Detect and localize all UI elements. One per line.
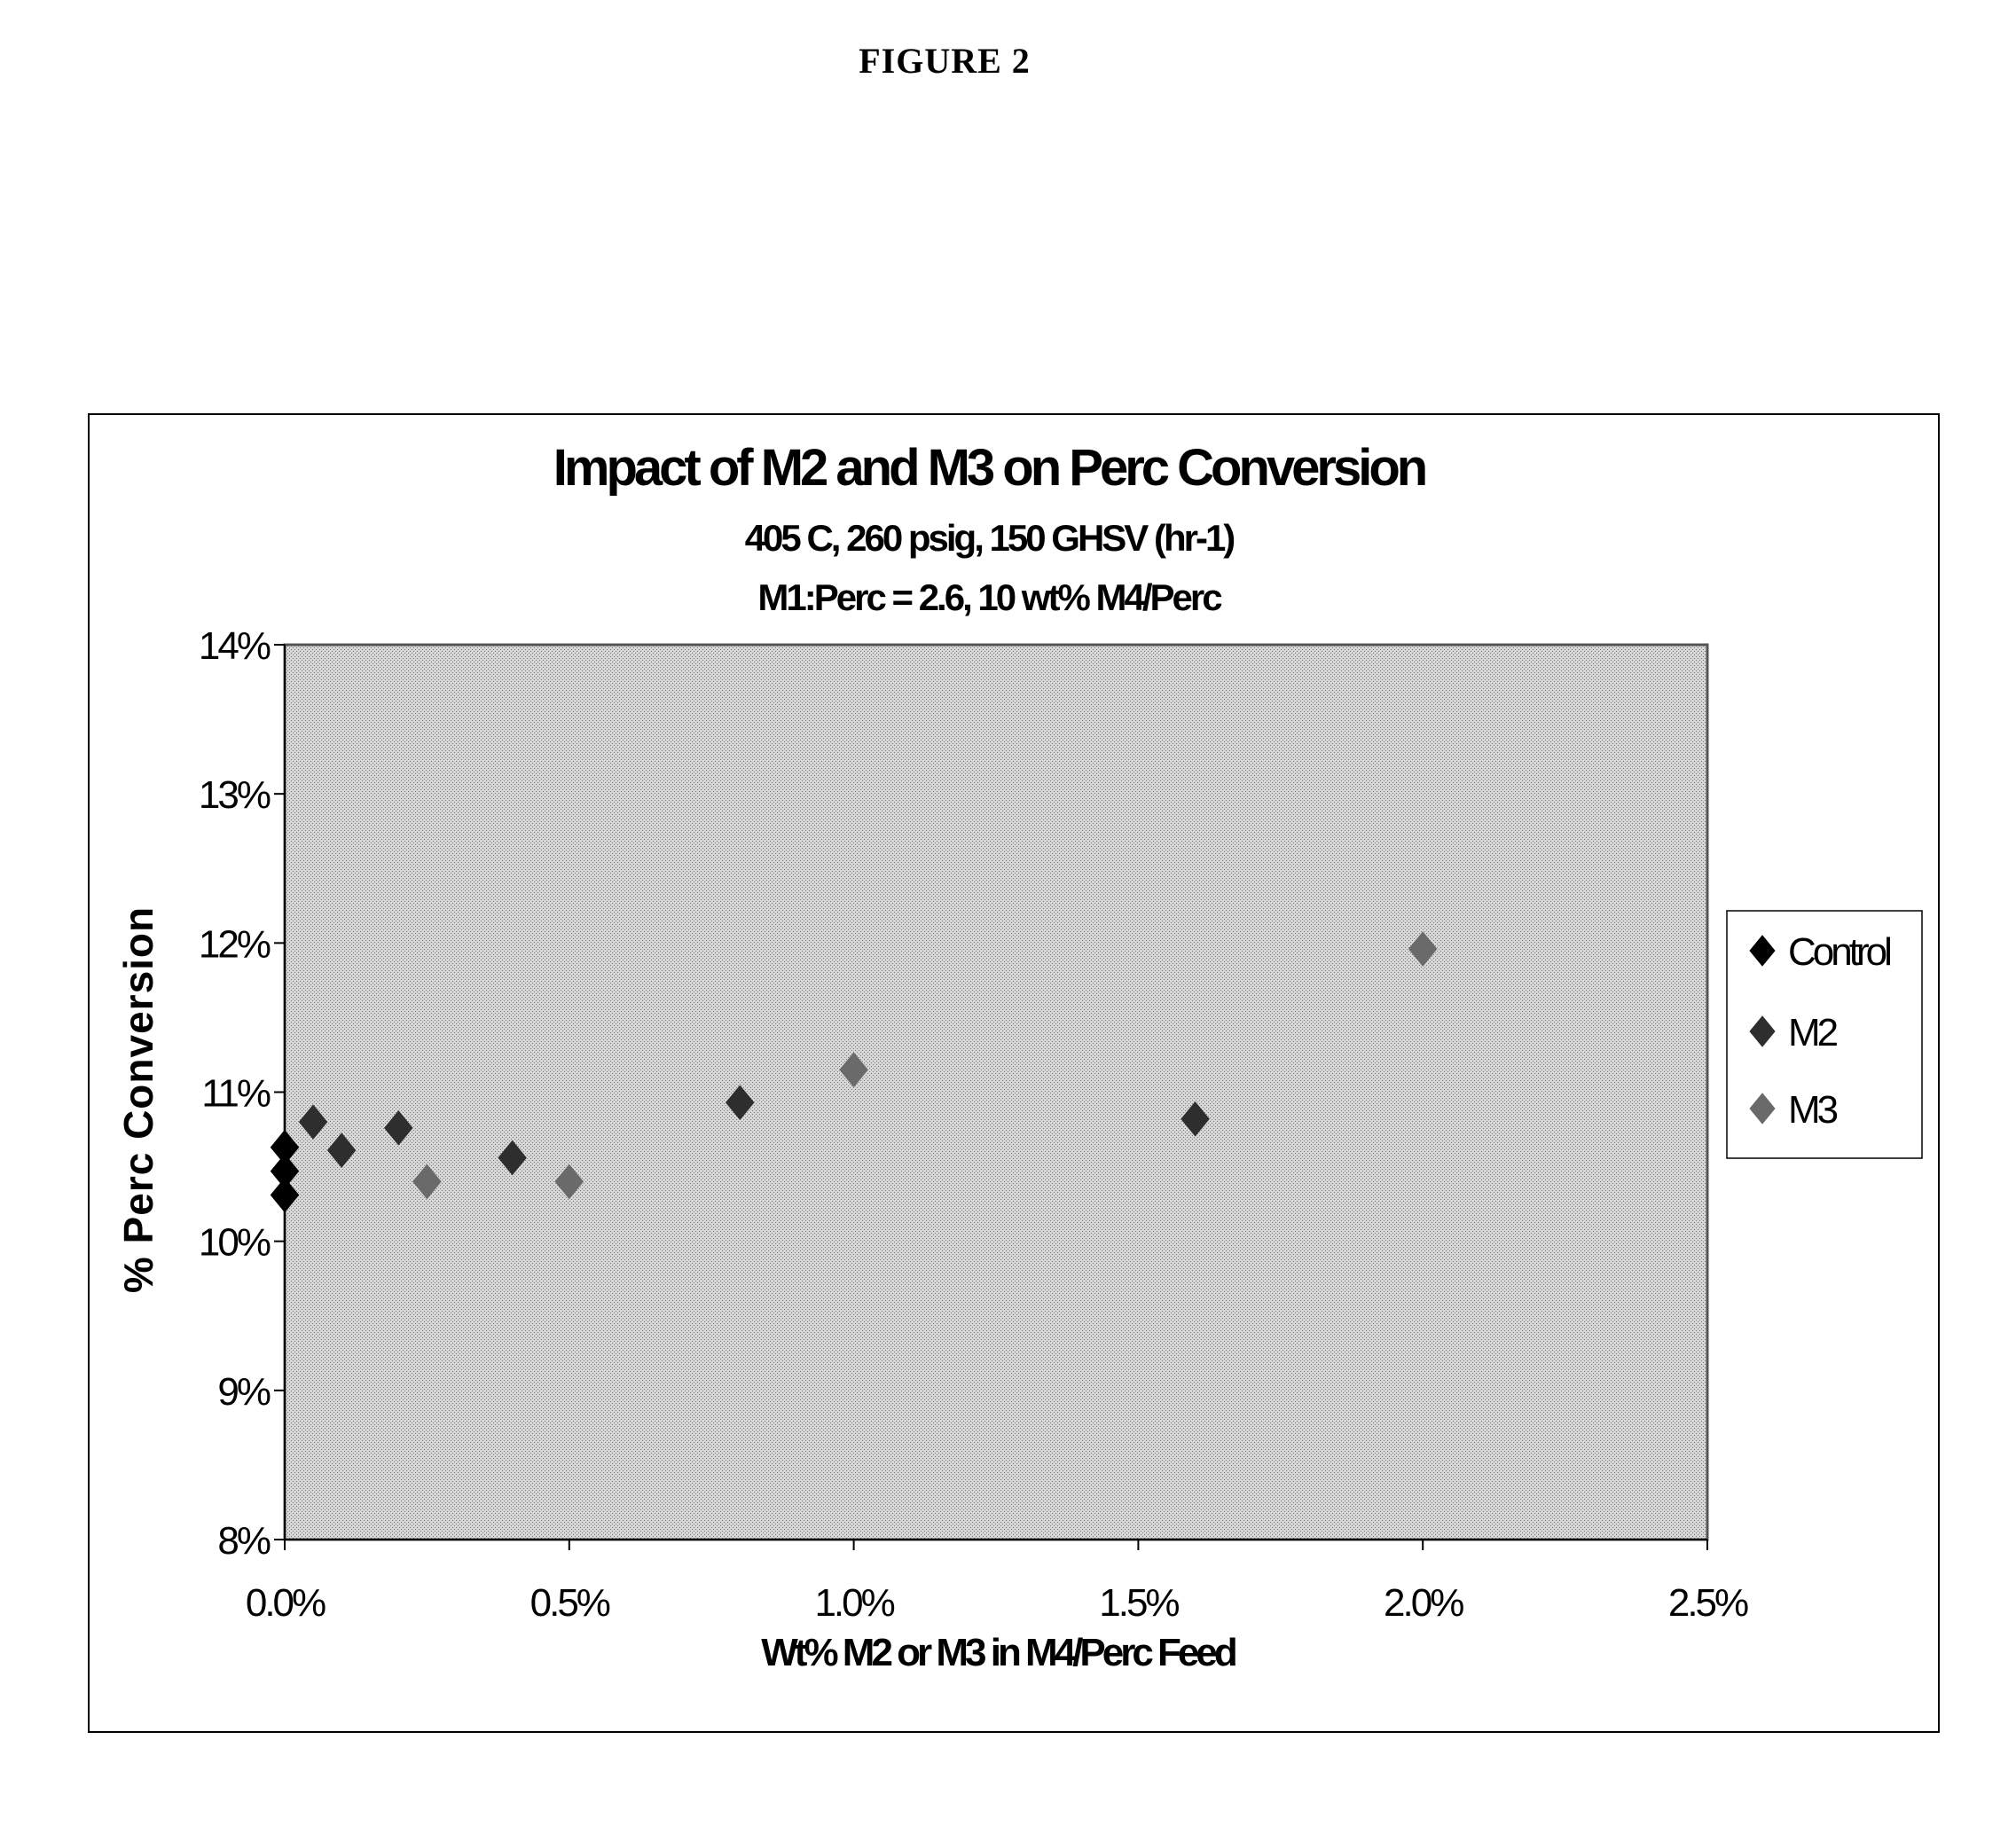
chart-subtitle-2: M1:Perc = 2.6, 10 wt% M4/Perc <box>757 576 1222 618</box>
legend-label: M2 <box>1788 1011 1838 1054</box>
x-tick-label: 1.0% <box>814 1581 894 1625</box>
y-tick-label: 13% <box>199 773 271 817</box>
legend: Control M2 M3 <box>1726 910 1923 1159</box>
scatter-chart: Impact of M2 and M3 on Perc Conversion 4… <box>88 413 1940 1733</box>
y-axis-title: % Perc Conversion <box>115 906 161 1293</box>
chart-subtitle-1: 405 C, 260 psig, 150 GHSV (hr-1) <box>745 517 1235 559</box>
legend-label: Control <box>1788 930 1890 974</box>
x-tick-label: 0.0% <box>246 1581 326 1625</box>
plot-area <box>283 643 1709 1541</box>
chart-title: Impact of M2 and M3 on Perc Conversion <box>553 439 1425 497</box>
series-control <box>270 1129 300 1213</box>
x-axis-title: Wt% M2 or M3 in M4/Perc Feed <box>761 1631 1235 1674</box>
y-tick-label: 9% <box>217 1370 270 1414</box>
y-tick-label: 11% <box>201 1072 271 1116</box>
y-tick-label: 10% <box>199 1221 271 1265</box>
y-tick-label: 12% <box>199 922 271 966</box>
y-tick-label: 14% <box>199 624 271 668</box>
x-tick-label: 2.5% <box>1668 1581 1748 1625</box>
x-tick-label: 0.5% <box>530 1581 610 1625</box>
x-tick-label: 2.0% <box>1384 1581 1463 1625</box>
legend-label: M3 <box>1788 1088 1838 1132</box>
y-tick-label: 8% <box>217 1519 270 1563</box>
x-tick-label: 1.5% <box>1099 1581 1179 1625</box>
